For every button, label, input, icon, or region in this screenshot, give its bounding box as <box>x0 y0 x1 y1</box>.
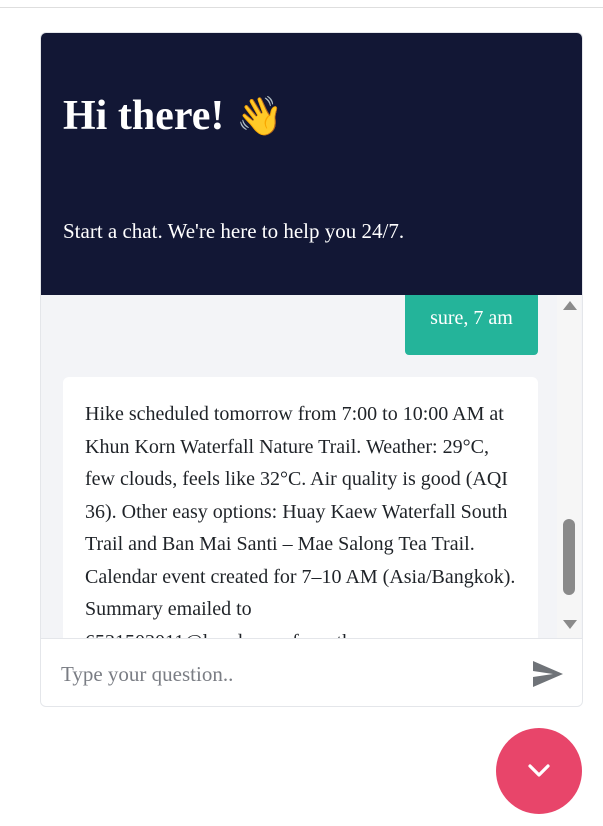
toggle-chat-button[interactable] <box>496 728 582 814</box>
question-input[interactable] <box>59 653 513 695</box>
chat-header: Hi there! 👋 Start a chat. We're here to h… <box>41 33 582 295</box>
user-message: sure, 7 am <box>405 295 538 355</box>
header-title: Hi there! 👋 <box>63 91 284 142</box>
chevron-down-icon <box>528 764 550 777</box>
bot-message: Hike scheduled tomorrow from 7:00 to 10:… <box>63 377 538 638</box>
send-icon <box>533 661 563 687</box>
waving-hand-icon: 👋 <box>236 96 284 138</box>
chat-widget: Hi there! 👋 Start a chat. We're here to h… <box>40 32 583 707</box>
send-button[interactable] <box>532 660 564 688</box>
header-title-text: Hi there! <box>63 93 225 139</box>
top-divider <box>0 7 603 8</box>
arrow-up-icon[interactable] <box>563 301 577 310</box>
composer <box>41 638 582 706</box>
header-subtitle: Start a chat. We're here to help you 24/… <box>63 219 405 243</box>
scrollbar[interactable] <box>557 295 581 638</box>
arrow-down-icon[interactable] <box>563 620 577 629</box>
scrollbar-thumb[interactable] <box>563 519 575 595</box>
message-list[interactable]: sure, 7 am Hike scheduled tomorrow from … <box>41 295 582 638</box>
